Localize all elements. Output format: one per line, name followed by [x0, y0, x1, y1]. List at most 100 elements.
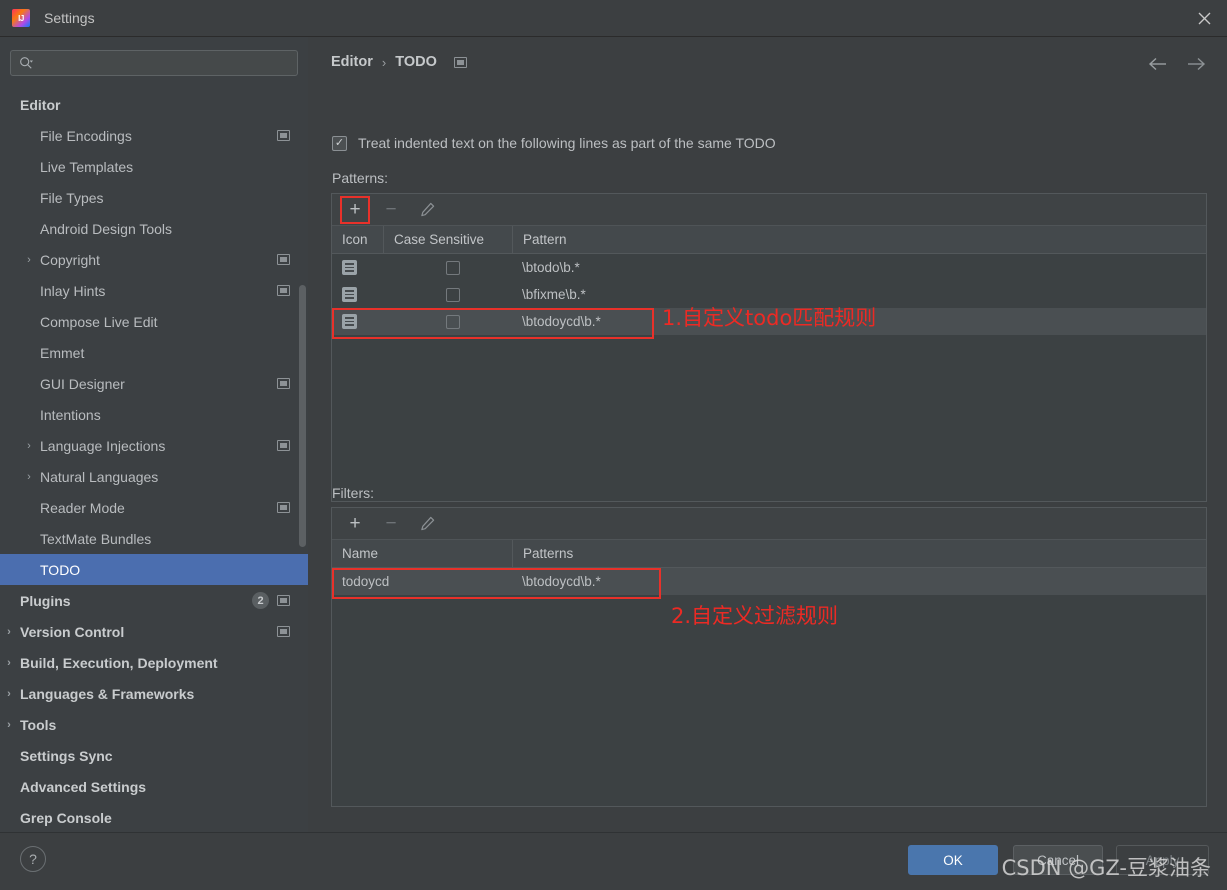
patterns-col-case-sensitive[interactable]: Case Sensitive [383, 226, 512, 253]
sidebar-item-advanced-settings[interactable]: Advanced Settings [0, 771, 308, 802]
annotation-1: 1.自定义todo匹配规则 [662, 306, 877, 330]
treat-indented-checkbox[interactable]: ✓ [332, 135, 347, 151]
ok-button[interactable]: OK [908, 845, 998, 875]
filter-name-cell[interactable]: todoycd [332, 568, 512, 595]
sidebar-item-natural-languages[interactable]: › Natural Languages [0, 461, 308, 492]
settings-rect-icon [277, 378, 290, 389]
sidebar-scrollbar-thumb[interactable] [299, 285, 306, 547]
patterns-header-row: Icon Case Sensitive Pattern [332, 226, 1206, 254]
chevron-right-icon[interactable]: › [2, 719, 16, 731]
filters-edit-pencil-icon[interactable] [413, 511, 441, 537]
dialog-footer: ? OK Cancel Apply CSDN @GZ-豆浆油条 [0, 832, 1227, 890]
patterns-remove-button[interactable]: − [377, 197, 405, 223]
pattern-icon-cell [332, 308, 383, 335]
filters-add-button[interactable]: + [341, 511, 369, 537]
sidebar-item-label: Version Control [20, 623, 125, 640]
patterns-edit-pencil-icon[interactable] [413, 197, 441, 223]
sidebar-item-build-execution-deployment[interactable]: › Build, Execution, Deployment [0, 647, 308, 678]
sidebar-item-file-encodings[interactable]: File Encodings [0, 120, 308, 151]
sidebar-item-tools[interactable]: › Tools [0, 709, 308, 740]
sidebar-item-android-design-tools[interactable]: Android Design Tools [0, 213, 308, 244]
sidebar-item-label: File Encodings [40, 127, 132, 144]
sidebar-scrollbar-track[interactable] [297, 37, 308, 832]
sidebar-item-textmate-bundles[interactable]: TextMate Bundles [0, 523, 308, 554]
sidebar-item-file-types[interactable]: File Types [0, 182, 308, 213]
sidebar-item-label: Android Design Tools [40, 220, 173, 237]
table-row[interactable]: todoycd \btodoycd\b.* [332, 568, 1206, 599]
search-field-wrapper [10, 50, 298, 76]
sidebar-item-version-control[interactable]: › Version Control [0, 616, 308, 647]
sidebar-item-label: Intentions [40, 406, 101, 423]
filter-patterns-cell[interactable]: \btodoycd\b.* [512, 568, 1206, 595]
settings-rect-icon [277, 502, 290, 513]
intellij-idea-logo-icon [12, 9, 30, 27]
patterns-col-icon[interactable]: Icon [332, 226, 383, 253]
chevron-right-icon[interactable]: › [22, 254, 36, 266]
cancel-button[interactable]: Cancel [1013, 845, 1103, 875]
sidebar-item-settings-sync[interactable]: Settings Sync [0, 740, 308, 771]
sidebar-item-inlay-hints[interactable]: Inlay Hints [0, 275, 308, 306]
search-box[interactable] [10, 50, 298, 76]
chevron-right-icon[interactable]: › [22, 440, 36, 452]
case-sensitive-checkbox[interactable] [445, 314, 460, 329]
settings-rect-icon [277, 285, 290, 296]
filters-col-patterns[interactable]: Patterns [512, 540, 1206, 567]
patterns-add-button[interactable]: + [340, 195, 370, 224]
sidebar-item-editor[interactable]: Editor [0, 89, 308, 120]
case-sensitive-checkbox[interactable] [445, 287, 460, 302]
chevron-right-icon[interactable]: › [2, 657, 16, 669]
sidebar-item-label: Languages & Frameworks [20, 685, 195, 702]
sidebar-item-label: Compose Live Edit [40, 313, 158, 330]
breadcrumb-leaf: TODO [395, 54, 437, 70]
sidebar-item-label: Build, Execution, Deployment [20, 654, 218, 671]
sidebar-item-label: Copyright [40, 251, 100, 268]
question-mark-icon[interactable]: ? [20, 846, 46, 872]
breadcrumb-root[interactable]: Editor [331, 54, 373, 70]
chevron-right-icon[interactable]: › [2, 626, 16, 638]
settings-rect-icon [277, 595, 290, 606]
sidebar-item-label: File Types [40, 189, 104, 206]
filters-table: + − Name Patterns todoycd \btodoycd\b.* [331, 507, 1207, 807]
sidebar-item-trailing [277, 285, 290, 296]
breadcrumb: Editor › TODO [331, 54, 467, 70]
plugins-update-badge: 2 [252, 592, 269, 609]
arrow-right-icon[interactable] [1183, 51, 1209, 77]
sidebar-item-live-templates[interactable]: Live Templates [0, 151, 308, 182]
sidebar-item-label: Settings Sync [20, 747, 113, 764]
sidebar-item-grep-console[interactable]: Grep Console [0, 802, 308, 832]
settings-tree[interactable]: Editor File Encodings Live Templates File T… [0, 89, 308, 832]
sidebar-item-intentions[interactable]: Intentions [0, 399, 308, 430]
apply-button[interactable]: Apply [1116, 845, 1209, 875]
treat-indented-option[interactable]: ✓ Treat indented text on the following l… [332, 135, 776, 151]
sidebar-item-gui-designer[interactable]: GUI Designer [0, 368, 308, 399]
breadcrumb-separator: › [381, 54, 387, 70]
todo-note-icon [342, 260, 357, 275]
sidebar-item-languages-frameworks[interactable]: › Languages & Frameworks [0, 678, 308, 709]
close-icon[interactable] [1181, 0, 1227, 36]
sidebar-item-plugins[interactable]: Plugins 2 [0, 585, 308, 616]
sidebar-item-language-injections[interactable]: › Language Injections [0, 430, 308, 461]
sidebar-item-emmet[interactable]: Emmet [0, 337, 308, 368]
arrow-left-icon[interactable] [1145, 51, 1171, 77]
case-sensitive-cell[interactable] [383, 281, 512, 308]
window-title: Settings [44, 10, 95, 26]
filters-col-name[interactable]: Name [332, 540, 512, 567]
case-sensitive-cell[interactable] [383, 254, 512, 281]
sidebar-item-trailing [277, 626, 290, 637]
sidebar-item-label: Live Templates [40, 158, 134, 175]
case-sensitive-cell[interactable] [383, 308, 512, 335]
sidebar-item-todo[interactable]: TODO [0, 554, 308, 585]
case-sensitive-checkbox[interactable] [445, 260, 460, 275]
filters-remove-button[interactable]: − [377, 511, 405, 537]
table-row[interactable]: \btodo\b.* [332, 254, 1206, 281]
sidebar-item-trailing [277, 130, 290, 141]
settings-rect-icon [277, 440, 290, 451]
search-input[interactable] [41, 51, 293, 75]
sidebar-item-compose-live-edit[interactable]: Compose Live Edit [0, 306, 308, 337]
patterns-col-pattern[interactable]: Pattern [512, 226, 1206, 253]
chevron-right-icon[interactable]: › [2, 688, 16, 700]
sidebar-item-reader-mode[interactable]: Reader Mode [0, 492, 308, 523]
chevron-right-icon[interactable]: › [22, 471, 36, 483]
sidebar-item-copyright[interactable]: › Copyright [0, 244, 308, 275]
pattern-value-cell[interactable]: \btodo\b.* [512, 254, 1206, 281]
